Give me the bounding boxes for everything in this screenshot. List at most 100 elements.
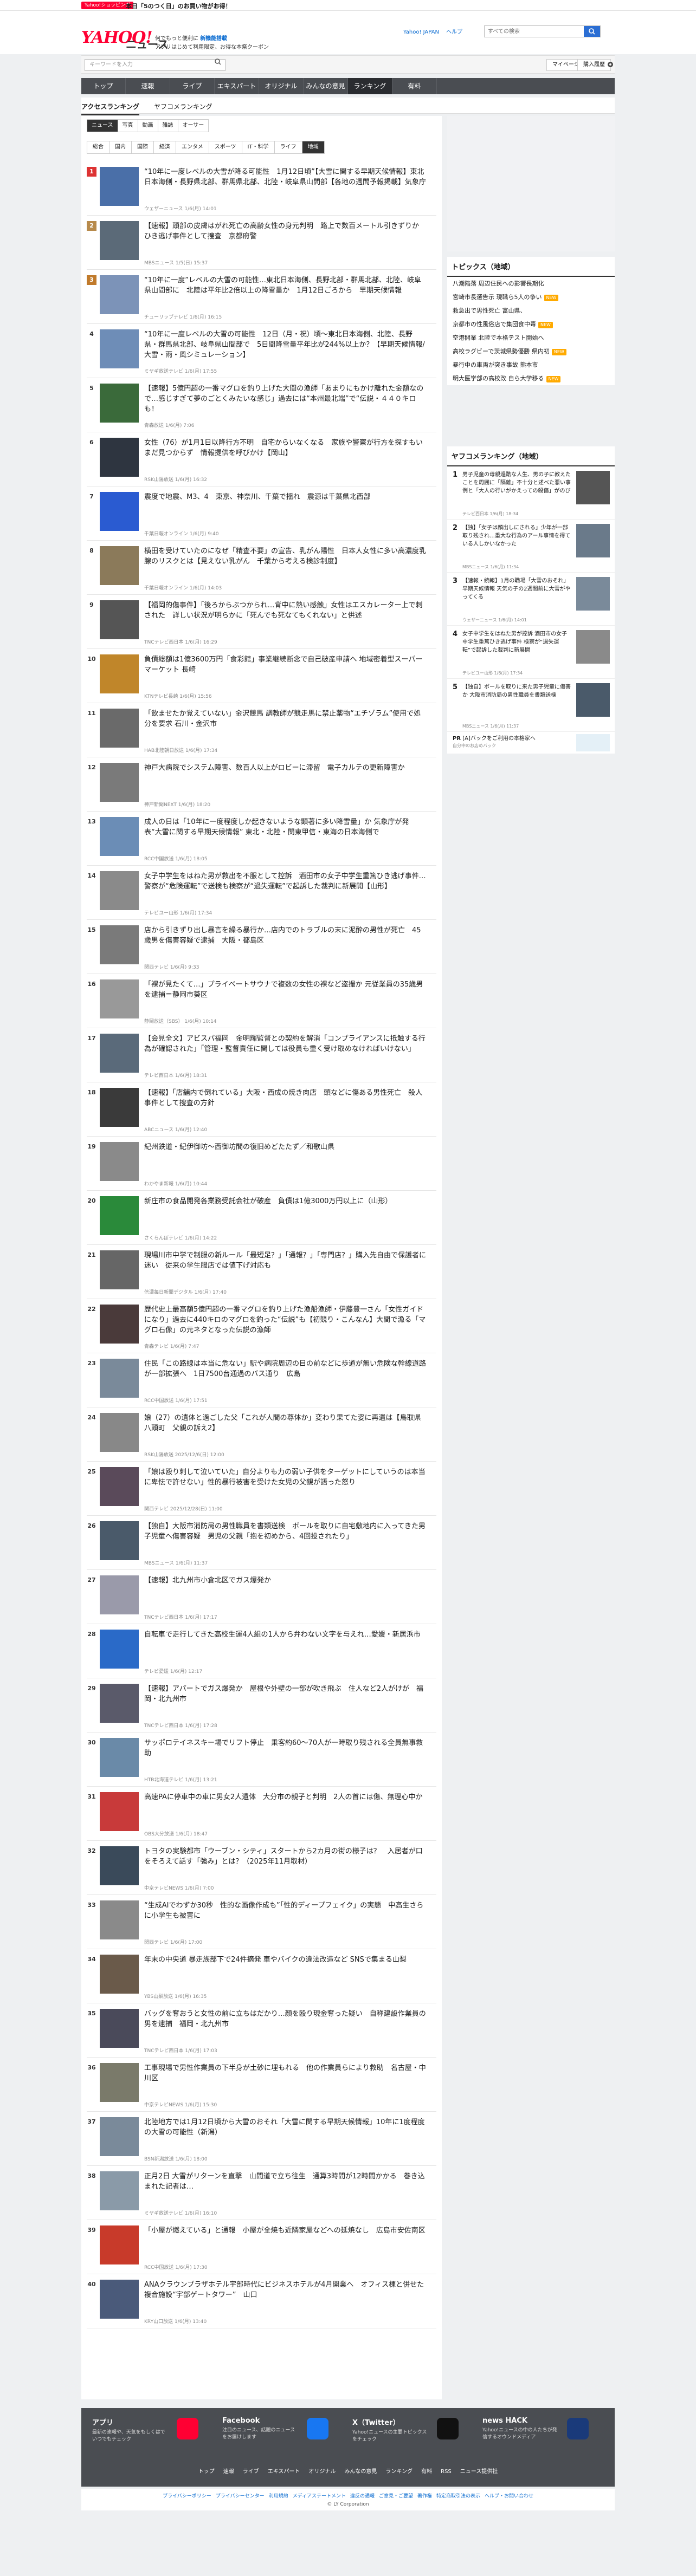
footer-promo-3[interactable]: news HACK Yahoo!ニュースの中の人たちが発信するオウンドメディア: [482, 2417, 602, 2447]
article-thumbnail[interactable]: [100, 1575, 139, 1614]
ranking-item[interactable]: 24 娘（27）の遺体と過ごした父「これが人間の尊体か」変わり果てた姿に再遺は【鳥…: [87, 1407, 436, 1462]
article-title[interactable]: 神戸大病院でシステム障害、数百人以上がロビーに滞留 電子カルテの更新障害か: [144, 763, 426, 773]
ranking-item[interactable]: 5 【速報】5億円超の一番マグロを釣り上げた大間の漁師「あまりにもかけ離れた金額な…: [87, 378, 436, 432]
ranking-item[interactable]: 14 女子中学生をはねた男が救出を不服として控訴 酒田市の女子中学生重篤ひき逃げ事…: [87, 866, 436, 920]
tab-domestic[interactable]: 国内: [109, 141, 132, 154]
search-button[interactable]: [584, 26, 600, 37]
article-title[interactable]: バッグを奪おうと女性の前に立ちはだかり…顔を殴り現金奪った疑い 自称建設作業員の…: [144, 2009, 426, 2029]
ranking-item[interactable]: 11 「飲ませたか覚えていない」金沢競馬 調教師が競走馬に禁止薬物“エチゾラム”使…: [87, 703, 436, 757]
legal-link[interactable]: ヘルプ・お問い合わせ: [485, 2494, 533, 2499]
article-title[interactable]: 女子中学生をはねた男が救出を不服として控訴 酒田市の女子中学生重篤ひき逃げ事件……: [144, 871, 426, 892]
article-thumbnail[interactable]: [100, 1792, 139, 1831]
comment-article-thumbnail[interactable]: [576, 577, 610, 611]
ranking-item[interactable]: 1 “10年に一度レベルの大雪が降る可能性 1月12日頃”【大雪に関する早期天候情…: [87, 161, 436, 216]
article-thumbnail[interactable]: [100, 1900, 139, 1939]
header-search-input[interactable]: [485, 26, 582, 37]
article-thumbnail[interactable]: [100, 275, 139, 314]
comment-ranking-item[interactable]: 2 【独】「女子は顔出しにされる」少年が一部取り残され…重大な行為のアール事情を得…: [447, 520, 615, 573]
topic-item[interactable]: 宮崎市長選告示 現職ら5人の争い NEW: [447, 290, 615, 304]
article-title[interactable]: 【速報】アパートでガス爆発か 屋根や外壁の一部が吹き飛ぶ 住人など2人がけが 福…: [144, 1684, 426, 1704]
nav-top[interactable]: トップ: [81, 78, 126, 94]
ranking-item[interactable]: 22 歴代史上最高額5億円超の一番マグロを釣り上げた漁船漁師・伊藤豊一さん「女性ガ…: [87, 1299, 436, 1353]
legal-link[interactable]: 特定商取引法の表示: [436, 2494, 480, 2499]
article-thumbnail[interactable]: [100, 1413, 139, 1452]
footer-nav-item[interactable]: ランキング: [385, 2469, 413, 2475]
article-thumbnail[interactable]: [100, 1034, 139, 1073]
ranking-item[interactable]: 13 成人の日は「10年に一度程度しか起きないような顕著に多い降雪量」か 気象庁が…: [87, 812, 436, 866]
article-thumbnail[interactable]: [100, 1142, 139, 1181]
article-thumbnail[interactable]: [100, 925, 139, 964]
article-thumbnail[interactable]: [100, 2117, 139, 2156]
comment-article-title[interactable]: 【速報・続報】1月の職場「大雪のおそれ」早期天候情報 天気の子の2週間前に大雪が…: [462, 577, 571, 601]
ranking-item[interactable]: 32 トヨタの実験都市「ウーブン・シティ」スタートから2カ月の街の様子は？ 入居者…: [87, 1841, 436, 1895]
footer-nav-item[interactable]: 有料: [421, 2469, 432, 2475]
article-title[interactable]: 「娘は殴り刺して泣いていた」自分よりも力の弱い子供をターゲットにしていうのは本当…: [144, 1467, 426, 1488]
article-title[interactable]: 店から引きずり出し暴言を繰る暴行か…店内でのトラブルの末に泥酔の男性が死亡 45…: [144, 925, 426, 946]
ranking-item[interactable]: 23 住民「この路線は本当に危ない」駅や病院周辺の目の前などに歩道が無い危険な幹線…: [87, 1353, 436, 1407]
footer-nav-item[interactable]: ライブ: [243, 2469, 259, 2475]
legal-link[interactable]: プライバシーポリシー: [163, 2494, 211, 2499]
ranking-item[interactable]: 34 年末の中央道 暴走族部下で24件摘発 車やバイクの違法改造など SNSで集ま…: [87, 1949, 436, 2003]
article-title[interactable]: 【速報】北九州市小倉北区でガス爆発か: [144, 1575, 426, 1586]
tab-life[interactable]: ライフ: [274, 141, 302, 154]
article-title[interactable]: トヨタの実験都市「ウーブン・シティ」スタートから2カ月の街の様子は？ 入居者が口…: [144, 1846, 426, 1867]
gear-icon[interactable]: [606, 60, 615, 69]
ranking-item[interactable]: 35 バッグを奪おうと女性の前に立ちはだかり…顔を殴り現金奪った疑い 自称建設作業…: [87, 2003, 436, 2058]
article-thumbnail[interactable]: [100, 221, 139, 260]
article-title[interactable]: 「飲ませたか覚えていない」金沢競馬 調教師が競走馬に禁止薬物“エチゾラム”使用で…: [144, 709, 426, 729]
article-title[interactable]: “生成AIでわずか30秒 性的な画像作成も”「性的ディープフェイク」の実態 中高…: [144, 1900, 426, 1921]
comment-ranking-item[interactable]: 5 【独自】ボールを取りに来た男子児童に傷害か 大阪市消防局の男性職員を書類送検 M…: [447, 679, 615, 732]
comment-ranking-item[interactable]: 1 男子児童の母親過酷な人生、男の子に教えたことを周囲に「隔離」不十分と述べた悪い…: [447, 466, 615, 520]
topic-item[interactable]: 救急出で男性死亡 富山県、: [447, 304, 615, 317]
article-title[interactable]: 北陸地方では1月12日頃から大雪のおそれ「大雪に関する早期天候情報」10年に1度…: [144, 2117, 426, 2138]
legal-link[interactable]: 著作権: [417, 2494, 432, 2499]
search-icon[interactable]: [214, 57, 222, 66]
comment-article-thumbnail[interactable]: [576, 471, 610, 504]
nav-ranking[interactable]: ランキング: [348, 78, 392, 94]
article-title[interactable]: 娘（27）の遺体と過ごした父「これが人間の尊体か」変わり果てた姿に再遺は【鳥取県…: [144, 1413, 426, 1433]
article-thumbnail[interactable]: [100, 2171, 139, 2210]
topic-item[interactable]: 高校ラグビーで茨城県勢優勝 県内初 NEW: [447, 345, 615, 358]
tab-photo[interactable]: 写真: [118, 119, 138, 132]
legal-link[interactable]: プライバシーセンター: [216, 2494, 265, 2499]
topic-item[interactable]: 空港開業 北陸で本格テスト開始へ: [447, 331, 615, 345]
article-title[interactable]: 【速報】「店舗内で倒れている」大阪・西成の焼き肉店 頭などに傷ある男性死亡 殺人…: [144, 1088, 426, 1108]
article-title[interactable]: 【速報】頭部の皮膚はがれ死亡の高齢女性の身元判明 路上で数百メートル引きずりか …: [144, 221, 426, 242]
nav-breaking[interactable]: 速報: [126, 78, 170, 94]
ad-slot[interactable]: [447, 116, 615, 251]
topic-item[interactable]: 八潮陥落 周辺住民への影響長期化: [447, 277, 615, 290]
ranking-item[interactable]: 25 「娘は殴り刺して泣いていた」自分よりも力の弱い子供をターゲットにしていうのは…: [87, 1462, 436, 1516]
article-thumbnail[interactable]: [100, 2225, 139, 2264]
ranking-item[interactable]: 2 【速報】頭部の皮膚はがれ死亡の高齢女性の身元判明 路上で数百メートル引きずりか…: [87, 216, 436, 270]
footer-nav-item[interactable]: オリジナル: [308, 2469, 336, 2475]
article-thumbnail[interactable]: [100, 1359, 139, 1398]
article-title[interactable]: 【会見全文】アビスパ福岡 金明輝監督との契約を解消「コンプライアンスに抵触する行…: [144, 1034, 426, 1054]
article-title[interactable]: 女性（76）が1月1日以降行方不明 自宅からいなくなる 家族や警察が行方を探すも…: [144, 438, 426, 458]
article-thumbnail[interactable]: [100, 1738, 139, 1777]
article-title[interactable]: 高速PAに停車中の車に男女2人遺体 大分市の親子と判明 2人の首には傷、無理心中…: [144, 1792, 426, 1802]
article-thumbnail[interactable]: [100, 1196, 139, 1235]
article-thumbnail[interactable]: [100, 1305, 139, 1344]
article-thumbnail[interactable]: [100, 2009, 139, 2048]
article-thumbnail[interactable]: [100, 979, 139, 1018]
article-thumbnail[interactable]: [100, 546, 139, 585]
article-title[interactable]: 自転車で走行してきた高校生運4人組の1人から弁わない文字を与えれ…愛媛・新居浜市: [144, 1630, 426, 1640]
comment-ranking-item[interactable]: 3 【速報・続報】1月の職場「大雪のおそれ」早期天候情報 天気の子の2週間前に大雪…: [447, 573, 615, 626]
ranking-item[interactable]: 33 “生成AIでわずか30秒 性的な画像作成も”「性的ディープフェイク」の実態 …: [87, 1895, 436, 1949]
ranking-item[interactable]: 18 【速報】「店舗内で倒れている」大阪・西成の焼き肉店 頭などに傷ある男性死亡 …: [87, 1082, 436, 1137]
tab-news[interactable]: ニュース: [87, 119, 118, 132]
article-title[interactable]: 【福岡的傷事件】「後ろからぶつかられ…背中に熱い感触」女性はエスカレーター上で刺…: [144, 600, 426, 621]
footer-promo-2[interactable]: X（Twitter） Yahoo!ニュースの主要トピックスをチェック: [352, 2417, 472, 2447]
help-link[interactable]: ヘルプ: [446, 29, 462, 35]
legal-link[interactable]: ご意見・ご要望: [379, 2494, 413, 2499]
tab-access-ranking[interactable]: アクセスランキング: [81, 102, 140, 115]
comment-article-title[interactable]: 【独自】ボールを取りに来た男子児童に傷害か 大阪市消防局の男性職員を書類送検: [462, 683, 571, 699]
topic-item[interactable]: 明大医学部の高校改 自ら大学移る NEW: [447, 372, 615, 385]
tab-author[interactable]: オーサー: [178, 119, 209, 132]
footer-nav-item[interactable]: RSS: [441, 2469, 452, 2475]
footer-promo-1[interactable]: Facebook 注目のニュース、話題のニュースをお届けします: [222, 2417, 341, 2447]
article-thumbnail[interactable]: [100, 2280, 139, 2319]
article-title[interactable]: ANAクラウンプラザホテル宇部時代にビジネスホテルが4月開業へ オフィス棟と併せ…: [144, 2280, 426, 2300]
comment-article-title[interactable]: 【独】「女子は顔出しにされる」少年が一部取り残され…重大な行為のアール事情を得て…: [462, 524, 571, 548]
ranking-item[interactable]: 20 新庄市の食品開発各業務受託会社が破産 負債は1億3000万円以上に（山形） さ…: [87, 1191, 436, 1245]
